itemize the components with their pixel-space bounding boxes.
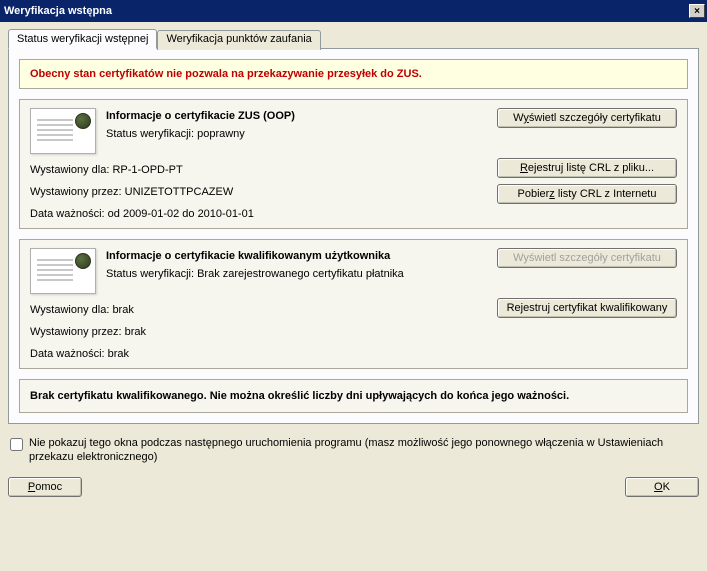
cert1-status: Status weryfikacji: poprawny <box>106 128 487 140</box>
tab-strip: Status weryfikacji wstępnej Weryfikacja … <box>8 28 699 48</box>
dont-show-label[interactable]: Nie pokazuj tego okna podczas następnego… <box>29 436 697 465</box>
cert2-details-button: Wyświetl szczegóły certyfikatu <box>497 248 677 268</box>
tab-status[interactable]: Status weryfikacji wstępnej <box>8 29 157 49</box>
cert1-crl-file-button[interactable]: Rejestruj listę CRL z pliku... <box>497 158 677 178</box>
dont-show-checkbox[interactable] <box>10 438 23 451</box>
ok-button[interactable]: OK <box>625 477 699 497</box>
status-message: Obecny stan certyfikatów nie pozwala na … <box>19 59 688 89</box>
cert2-register-button[interactable]: Rejestruj certyfikat kwalifikowany <box>497 298 677 318</box>
dont-show-row: Nie pokazuj tego okna podczas następnego… <box>8 434 699 467</box>
cert-card-qualified: Informacje o certyfikacie kwalifikowanym… <box>19 239 688 369</box>
close-icon: × <box>694 6 700 17</box>
cert2-validity: Data ważności: brak <box>30 348 487 360</box>
cert2-issued-to: Wystawiony dla: brak <box>30 304 487 316</box>
cert-card-zus: Informacje o certyfikacie ZUS (OOP) Stat… <box>19 99 688 229</box>
cert1-crl-internet-button[interactable]: Pobierz listy CRL z Internetu <box>497 184 677 204</box>
cert1-details-button[interactable]: Wyświetl szczegóły certyfikatu <box>497 108 677 128</box>
help-button[interactable]: Pomoc <box>8 477 82 497</box>
certificate-icon <box>30 108 96 154</box>
footer: Nie pokazuj tego okna podczas następnego… <box>8 434 699 497</box>
cert1-issued-to: Wystawiony dla: RP-1-OPD-PT <box>30 164 487 176</box>
window-title: Weryfikacja wstępna <box>4 5 689 17</box>
dialog-body: Status weryfikacji wstępnej Weryfikacja … <box>0 22 707 571</box>
tab-trust-points[interactable]: Weryfikacja punktów zaufania <box>157 30 320 50</box>
title-bar: Weryfikacja wstępna × <box>0 0 707 22</box>
cert1-validity: Data ważności: od 2009-01-02 do 2010-01-… <box>30 208 487 220</box>
tab-trust-points-label: Weryfikacja punktów zaufania <box>166 33 311 45</box>
close-button[interactable]: × <box>689 4 705 18</box>
cert2-status: Status weryfikacji: Brak zarejestrowaneg… <box>106 268 487 280</box>
seal-icon <box>75 113 91 129</box>
seal-icon <box>75 253 91 269</box>
cert2-issued-by: Wystawiony przez: brak <box>30 326 487 338</box>
cert2-title: Informacje o certyfikacie kwalifikowanym… <box>106 250 487 262</box>
tab-status-label: Status weryfikacji wstępnej <box>17 33 148 45</box>
cert1-title: Informacje o certyfikacie ZUS (OOP) <box>106 110 487 122</box>
certificate-icon <box>30 248 96 294</box>
cert1-issued-by: Wystawiony przez: UNIZETOTTPCAZEW <box>30 186 487 198</box>
tab-panel: Obecny stan certyfikatów nie pozwala na … <box>8 48 699 424</box>
bottom-info: Brak certyfikatu kwalifikowanego. Nie mo… <box>19 379 688 413</box>
